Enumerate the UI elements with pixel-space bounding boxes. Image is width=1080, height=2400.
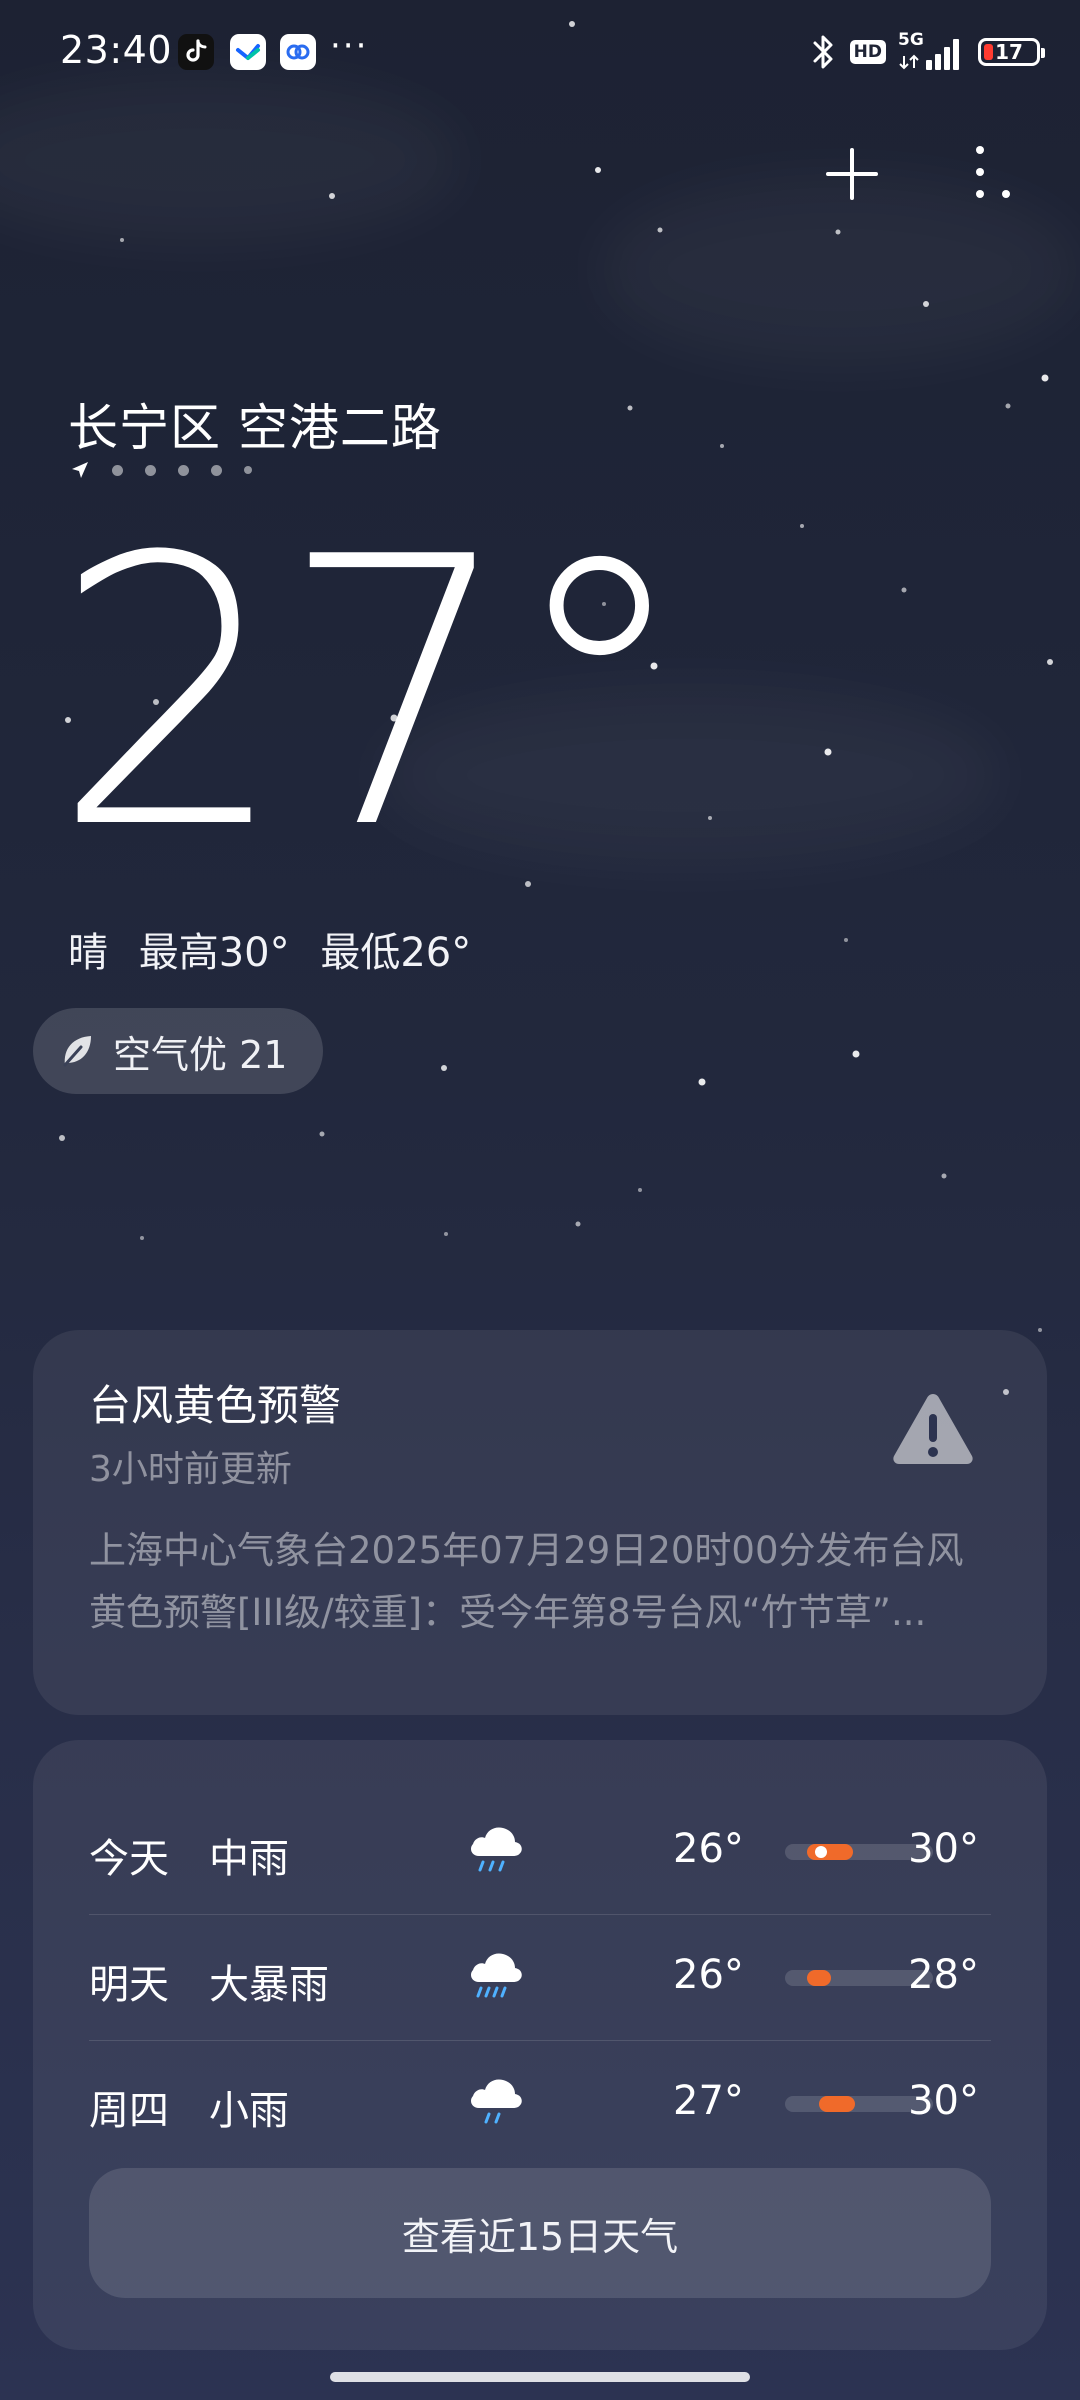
- forecast-high: 28°: [908, 1952, 979, 1998]
- forecast-low: 26°: [673, 1952, 744, 1998]
- typhoon-alert-card[interactable]: 台风黄色预警 3小时前更新 上海中心气象台2025年07月29日20时00分发布…: [33, 1330, 1047, 1715]
- forecast-high: 30°: [908, 1826, 979, 1872]
- alert-body: 上海中心气象台2025年07月29日20时00分发布台风黄色预警[III级/较重…: [89, 1529, 964, 1634]
- forecast-day: 明天: [89, 1962, 169, 2008]
- today-high: 最高30°: [138, 930, 290, 976]
- today-low: 最低26°: [320, 930, 472, 976]
- air-quality-text: 空气优 21: [113, 1032, 288, 1077]
- leaf-icon: [63, 1036, 91, 1067]
- rain-cloud-icon: [471, 1953, 522, 1998]
- tiktok-icon: [178, 34, 214, 70]
- location-title[interactable]: 长宁区 空港二路: [68, 388, 442, 460]
- warning-icon: [893, 1394, 973, 1464]
- rain-cloud-icon: [471, 2079, 522, 2124]
- page-dot: [211, 464, 222, 476]
- forecast-day: 今天: [89, 1836, 169, 1882]
- status-time: 23:40: [60, 28, 173, 72]
- forecast-low: 27°: [673, 2078, 744, 2124]
- page-dot: [244, 466, 252, 474]
- forecast-low: 26°: [673, 1826, 744, 1872]
- page-dot: [112, 464, 123, 476]
- feishu-icon: [230, 34, 266, 70]
- forecast-day: 周四: [89, 2088, 169, 2134]
- city-page-indicator: [70, 460, 252, 480]
- forecast-condition: 大暴雨: [209, 1962, 329, 2008]
- forecast-high: 30°: [908, 2078, 979, 2124]
- forecast-row-tomorrow[interactable]: 明天 大暴雨 26° 28°: [89, 1914, 991, 2041]
- location-arrow-icon: [72, 462, 88, 478]
- forecast-row-today[interactable]: 今天 中雨 26° 30°: [89, 1788, 991, 1915]
- add-city-button[interactable]: [824, 146, 880, 202]
- battery-percent: 17: [995, 40, 1023, 64]
- current-temp-marker: [815, 1846, 827, 1858]
- app-icon: [280, 34, 316, 70]
- home-indicator[interactable]: [330, 2372, 750, 2382]
- current-temperature: 27°: [52, 480, 692, 910]
- forecast-row-thursday[interactable]: 周四 小雨 27° 30°: [89, 2040, 991, 2166]
- alert-title: 台风黄色预警: [89, 1381, 342, 1430]
- bluetooth-icon: [813, 35, 833, 69]
- signal-icon: 5G: [898, 30, 966, 72]
- view-15-day-forecast-button[interactable]: 查看近15日天气: [89, 2168, 991, 2298]
- current-condition: 晴: [68, 930, 108, 976]
- weather-screen: 23:40 ··· HD 5G 17 长宁区 空港二路 27° 晴 最高30° …: [0, 0, 1080, 2400]
- battery-level: [984, 44, 993, 60]
- air-quality-chip[interactable]: 空气优 21: [33, 1008, 323, 1094]
- status-bar: 23:40 ··· HD 5G 17: [0, 0, 1080, 100]
- temperature-range-fill: [819, 2096, 855, 2112]
- more-notifications-icon: ···: [330, 26, 369, 66]
- status-indicators: HD 5G 17: [808, 30, 1045, 74]
- forecast-condition: 小雨: [209, 2088, 289, 2134]
- condition-line: 晴 最高30° 最低26°: [68, 920, 489, 978]
- daily-forecast-card: 今天 中雨 26° 30° 明天 大暴雨 26° 28° 周四 小雨 27° 3…: [33, 1740, 1047, 2350]
- temperature-range-fill: [807, 1844, 853, 1860]
- temperature-range-fill: [807, 1970, 831, 1986]
- forecast-condition: 中雨: [209, 1836, 289, 1882]
- alert-updated-time: 3小时前更新: [89, 1449, 292, 1490]
- page-dot: [145, 464, 156, 476]
- rain-cloud-icon: [471, 1827, 522, 1872]
- more-menu-button[interactable]: [966, 140, 1016, 204]
- battery-icon: 17: [978, 38, 1045, 66]
- hd-badge: HD: [849, 40, 886, 64]
- page-dot: [178, 464, 189, 476]
